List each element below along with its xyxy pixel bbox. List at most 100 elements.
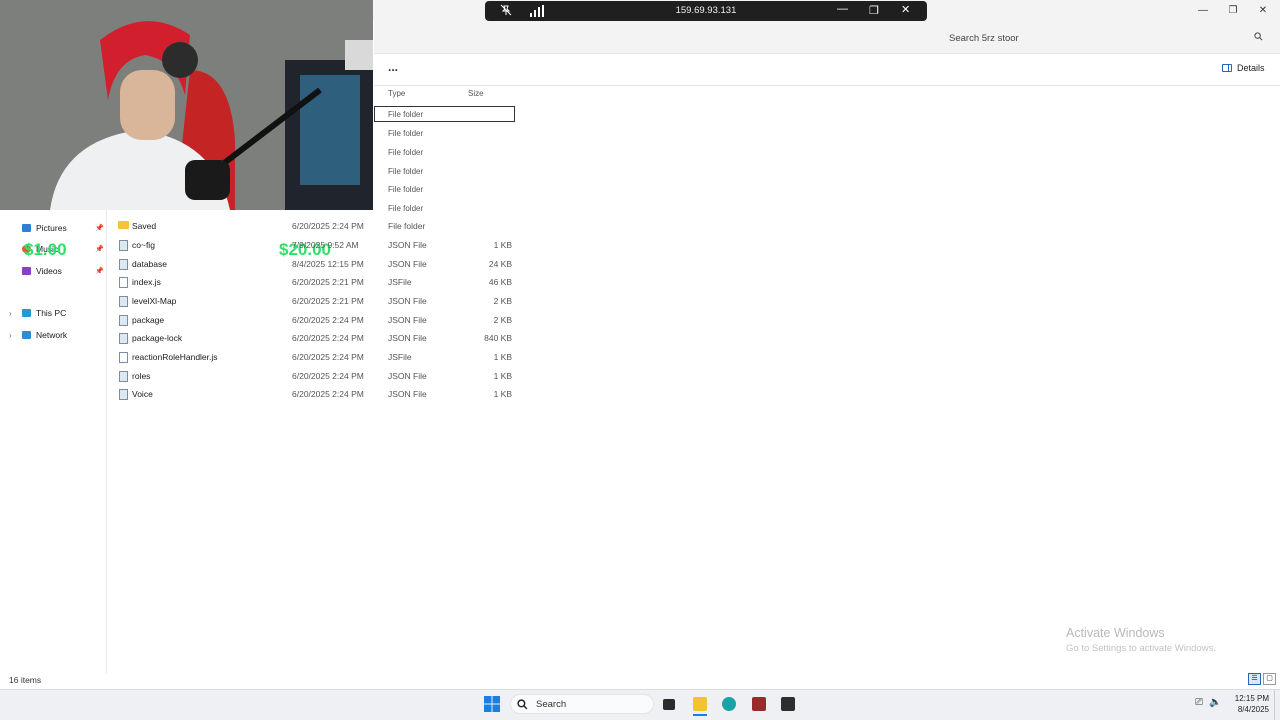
hidden-row-type[interactable]: File folder (388, 167, 423, 176)
start-button[interactable] (484, 696, 500, 714)
window-minimize-button[interactable]: — (1188, 0, 1218, 20)
search-input[interactable]: Search 5rz stoor (941, 29, 1271, 47)
file-row[interactable]: reactionRoleHandler.js 6/20/2025 2:24 PM… (116, 348, 516, 366)
file-row[interactable]: package 6/20/2025 2:24 PM JSON File 2 KB (116, 311, 516, 329)
json-file-icon (119, 371, 128, 382)
search-icon (1254, 32, 1263, 44)
file-row[interactable]: roles 6/20/2025 2:24 PM JSON File 1 KB (116, 367, 516, 385)
file-explorer-icon[interactable] (693, 697, 707, 711)
command-bar (374, 54, 1280, 86)
terminal-icon[interactable] (781, 697, 795, 711)
file-name: Saved (132, 221, 157, 231)
volume-icon[interactable]: 🔈 (1209, 697, 1221, 708)
file-name: co~fig (132, 240, 155, 250)
file-date: 6/20/2025 2:21 PM (292, 296, 364, 306)
activation-watermark-title: Activate Windows (1066, 626, 1165, 640)
column-header-size[interactable]: Size (468, 89, 484, 98)
file-size: 2 KB (493, 296, 512, 306)
this-pc-icon (22, 309, 31, 317)
remote-restore-icon[interactable]: ❐ (869, 4, 879, 17)
hidden-row-type[interactable]: File folder (388, 185, 423, 194)
edge-browser-icon[interactable] (722, 697, 736, 711)
json-file-icon (119, 389, 128, 400)
file-type: JSON File (388, 389, 427, 399)
file-name: index.js (132, 277, 161, 287)
sidebar-item-network[interactable]: Network (22, 330, 67, 340)
windows-logo-icon (484, 696, 500, 712)
file-size: 46 KB (488, 277, 512, 287)
js-file-icon (119, 277, 128, 288)
remote-connection-bar[interactable]: 159.69.93.131 — ❐ ✕ (485, 1, 927, 21)
file-size: 1 KB (493, 389, 512, 399)
details-pane-icon (1222, 64, 1232, 72)
json-file-icon (119, 296, 128, 307)
file-date: 8/4/2025 12:15 PM (292, 259, 364, 269)
file-type: JSFile (388, 277, 412, 287)
file-size: 840 KB (484, 333, 512, 343)
pin-icon[interactable]: 📌 (95, 267, 104, 275)
json-file-icon (119, 259, 128, 270)
network-icon (22, 331, 31, 339)
task-view-icon[interactable] (663, 699, 675, 710)
taskbar-clock[interactable]: 12:15 PM 8/4/2025 (1231, 693, 1269, 715)
hidden-row-type[interactable]: File folder (388, 148, 423, 157)
tiles-view-icon[interactable]: ▢ (1263, 673, 1276, 685)
clock-time: 12:15 PM (1234, 694, 1269, 703)
json-file-icon (119, 333, 128, 344)
file-size: 1 KB (493, 240, 512, 250)
remote-minimize-icon[interactable]: — (837, 3, 848, 15)
taskbar-search-label: Search (536, 698, 567, 710)
file-row[interactable]: Voice 6/20/2025 2:24 PM JSON File 1 KB (116, 385, 516, 403)
remote-close-icon[interactable]: ✕ (901, 3, 910, 16)
pin-icon[interactable]: 📌 (95, 224, 104, 232)
file-size: 2 KB (493, 315, 512, 325)
file-row[interactable]: package-lock 6/20/2025 2:24 PM JSON File… (116, 329, 516, 347)
hidden-row-type[interactable]: File folder (388, 129, 423, 138)
sidebar-item-this-pc[interactable]: This PC (22, 308, 66, 318)
file-row[interactable]: index.js 6/20/2025 2:21 PM JSFile 46 KB (116, 273, 516, 291)
file-date: 6/20/2025 2:21 PM (292, 277, 364, 287)
sidebar-item-label: This PC (36, 308, 67, 318)
navigation-pane: Pictures 📌 Music 📌 Videos 📌 › This PC › … (0, 210, 107, 674)
hidden-row-type[interactable]: File folder (388, 110, 423, 119)
details-pane-button[interactable]: Details (1222, 63, 1265, 73)
chevron-right-icon[interactable]: › (9, 309, 12, 318)
file-size: 24 KB (488, 259, 512, 269)
file-type: JSON File (388, 371, 427, 381)
window-close-button[interactable]: ✕ (1248, 0, 1278, 20)
file-size: 1 KB (493, 352, 512, 362)
chevron-right-icon[interactable]: › (9, 331, 12, 340)
hidden-row-type[interactable]: File folder (388, 204, 423, 213)
file-type: JSON File (388, 333, 427, 343)
folder-icon (118, 221, 129, 229)
file-date: 6/20/2025 2:24 PM (292, 389, 364, 399)
file-row[interactable]: Saved 6/20/2025 2:24 PM File folder (116, 217, 516, 235)
file-type: JSFile (388, 352, 412, 362)
file-name: package-lock (132, 333, 183, 343)
window-maximize-button[interactable]: ❐ (1218, 0, 1248, 20)
donation-amount-left: $1.00 (24, 240, 67, 259)
search-icon (517, 698, 528, 709)
taskbar-search[interactable]: Search (510, 694, 654, 714)
pin-icon[interactable]: 📌 (95, 245, 104, 253)
file-row[interactable]: co~fig 7/9/2025 9:52 AM JSON File 1 KB (116, 236, 516, 254)
show-desktop-button[interactable] (1274, 690, 1280, 720)
webcam-overlay (0, 0, 373, 210)
search-placeholder: Search 5rz stoor (949, 32, 1019, 44)
system-tray[interactable]: ⎚ 🔈 (1195, 697, 1221, 708)
column-header-type[interactable]: Type (388, 89, 405, 98)
active-app-indicator (693, 714, 707, 716)
sidebar-item-videos[interactable]: Videos (22, 266, 62, 276)
view-toggle-group: ☰ ▢ (1248, 673, 1276, 685)
file-row[interactable]: database 8/4/2025 12:15 PM JSON File 24 … (116, 255, 516, 273)
winrar-icon[interactable] (752, 697, 766, 711)
network-tray-icon[interactable]: ⎚ (1195, 697, 1203, 708)
details-view-icon[interactable]: ☰ (1248, 673, 1261, 685)
file-type: JSON File (388, 315, 427, 325)
sidebar-item-pictures[interactable]: Pictures (22, 223, 67, 233)
file-name: reactionRoleHandler.js (132, 352, 218, 362)
file-row[interactable]: levelXl-Map 6/20/2025 2:21 PM JSON File … (116, 292, 516, 310)
more-options-button[interactable]: ... (388, 61, 408, 76)
item-count: 16 items (9, 675, 42, 685)
json-file-icon (119, 240, 128, 251)
